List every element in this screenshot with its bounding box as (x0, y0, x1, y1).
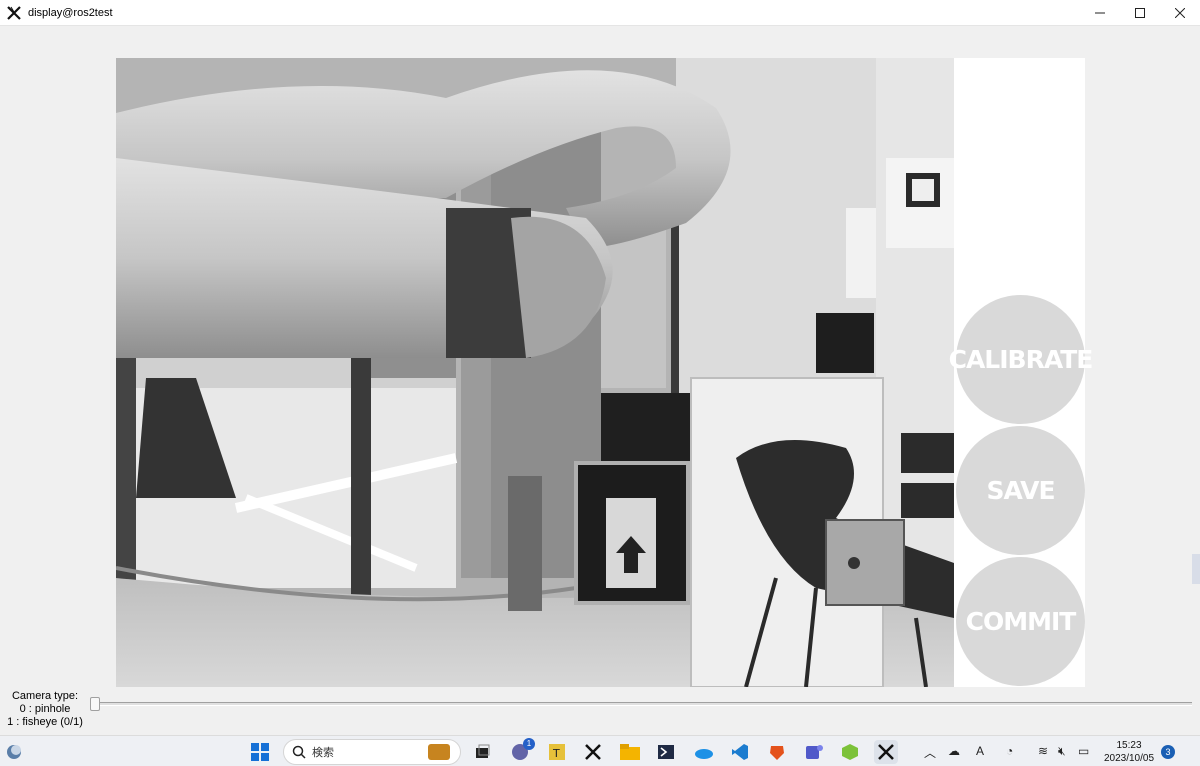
close-button[interactable] (1160, 0, 1200, 26)
scrollbar-edge[interactable] (1192, 554, 1200, 584)
task-view-icon[interactable] (470, 740, 494, 764)
taskbar: 検索 1 T ︿ ☁ A ◔ ≋ 🔇︎ ▭ 15:23 2023/10/05 3 (0, 735, 1200, 766)
minimize-icon (1095, 12, 1105, 14)
svg-text:T: T (552, 747, 560, 760)
search-label: 検索 (312, 747, 334, 759)
brave-browser-icon[interactable] (765, 740, 789, 764)
package-app-icon[interactable] (838, 740, 862, 764)
teams-icon[interactable] (802, 740, 826, 764)
x-logo-icon (6, 5, 22, 21)
clock-app-icon[interactable]: ◔ (1006, 744, 1013, 758)
maximize-icon (1135, 8, 1145, 18)
maximize-button[interactable] (1120, 0, 1160, 26)
camera-type-slider[interactable] (92, 702, 1192, 706)
weather-icon[interactable] (2, 740, 26, 764)
camera-view (116, 58, 954, 687)
search-highlight-icon (428, 744, 450, 760)
window-client: CALIBRATE SAVE COMMIT Camera type: 0 : p… (0, 26, 1200, 732)
powershell-icon[interactable] (654, 740, 678, 764)
battery-icon[interactable]: ▭ (1078, 744, 1089, 758)
file-explorer-icon[interactable] (618, 740, 642, 764)
camera-type-option-pinhole: 0 : pinhole (19, 703, 71, 715)
input-method-icon[interactable]: A (976, 744, 984, 758)
vscode-icon[interactable] (728, 740, 752, 764)
camera-type-slider-thumb[interactable] (90, 697, 100, 711)
window-title: display@ros2test (28, 6, 113, 19)
camera-type-option-fisheye: 1 : fisheye (0/1) (7, 716, 83, 728)
window-titlebar: display@ros2test (0, 0, 1200, 26)
save-button[interactable]: SAVE (956, 426, 1085, 555)
chat-badge: 1 (523, 738, 535, 750)
docker-icon[interactable] (692, 740, 716, 764)
windows-start-icon[interactable] (248, 740, 272, 764)
notification-badge[interactable]: 3 (1161, 745, 1175, 759)
search-icon (292, 745, 306, 759)
terminal-app-icon[interactable]: T (545, 740, 569, 764)
minimize-button[interactable] (1080, 0, 1120, 26)
commit-button[interactable]: COMMIT (956, 557, 1085, 686)
clock-date: 2023/10/05 (1103, 753, 1155, 764)
camera-type-label: Camera type: 0 : pinhole 1 : fisheye (0/… (0, 690, 90, 729)
taskbar-clock[interactable]: 15:23 2023/10/05 (1100, 739, 1158, 765)
wifi-icon[interactable]: ≋ (1038, 744, 1048, 758)
chat-icon[interactable]: 1 (508, 738, 535, 764)
camera-image (116, 58, 954, 687)
calibrate-button[interactable]: CALIBRATE (949, 295, 1093, 424)
tray-overflow-icon[interactable]: ︿ (924, 744, 936, 761)
volume-muted-icon[interactable]: 🔇︎ (1058, 744, 1066, 759)
x-server-icon[interactable] (581, 740, 605, 764)
control-panel: CALIBRATE SAVE COMMIT (949, 58, 1093, 687)
close-icon (1175, 8, 1185, 18)
x-display-active-icon[interactable] (874, 740, 898, 764)
clock-time: 15:23 (1116, 740, 1142, 751)
taskbar-search-box[interactable]: 検索 (283, 739, 461, 765)
camera-type-heading: Camera type: (11, 690, 79, 702)
onedrive-icon[interactable]: ☁ (948, 744, 960, 758)
